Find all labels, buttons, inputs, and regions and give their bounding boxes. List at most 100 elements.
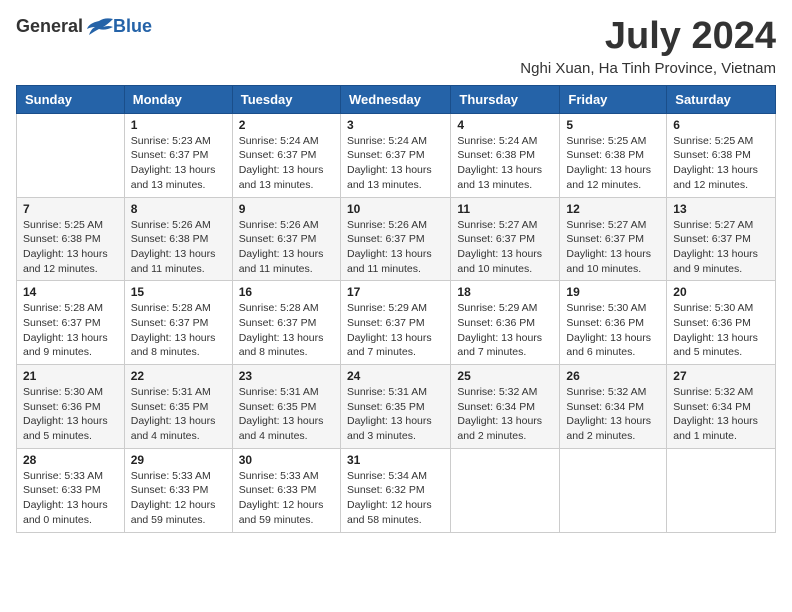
calendar-cell: 21 Sunrise: 5:30 AMSunset: 6:36 PMDayligh… [17,365,125,449]
calendar-cell [667,448,776,532]
day-info: Sunrise: 5:28 AMSunset: 6:37 PMDaylight:… [239,301,334,360]
day-info: Sunrise: 5:33 AMSunset: 6:33 PMDaylight:… [23,469,118,528]
day-number: 21 [23,369,118,383]
calendar-cell: 28 Sunrise: 5:33 AMSunset: 6:33 PMDayligh… [17,448,125,532]
day-info: Sunrise: 5:27 AMSunset: 6:37 PMDaylight:… [566,218,660,277]
day-info: Sunrise: 5:31 AMSunset: 6:35 PMDaylight:… [347,385,444,444]
calendar-cell: 25 Sunrise: 5:32 AMSunset: 6:34 PMDayligh… [451,365,560,449]
day-info: Sunrise: 5:24 AMSunset: 6:38 PMDaylight:… [457,134,553,193]
calendar-cell: 6 Sunrise: 5:25 AMSunset: 6:38 PMDaylight… [667,113,776,197]
day-info: Sunrise: 5:23 AMSunset: 6:37 PMDaylight:… [131,134,226,193]
day-number: 7 [23,202,118,216]
calendar-cell: 15 Sunrise: 5:28 AMSunset: 6:37 PMDayligh… [124,281,232,365]
calendar-cell: 5 Sunrise: 5:25 AMSunset: 6:38 PMDaylight… [560,113,667,197]
calendar-cell: 20 Sunrise: 5:30 AMSunset: 6:36 PMDayligh… [667,281,776,365]
day-info: Sunrise: 5:30 AMSunset: 6:36 PMDaylight:… [566,301,660,360]
day-number: 25 [457,369,553,383]
day-info: Sunrise: 5:34 AMSunset: 6:32 PMDaylight:… [347,469,444,528]
day-info: Sunrise: 5:31 AMSunset: 6:35 PMDaylight:… [131,385,226,444]
calendar-cell: 14 Sunrise: 5:28 AMSunset: 6:37 PMDayligh… [17,281,125,365]
day-number: 30 [239,453,334,467]
week-row-2: 7 Sunrise: 5:25 AMSunset: 6:38 PMDaylight… [17,197,776,281]
day-number: 23 [239,369,334,383]
weekday-header-friday: Friday [560,85,667,113]
day-number: 24 [347,369,444,383]
day-number: 15 [131,285,226,299]
week-row-3: 14 Sunrise: 5:28 AMSunset: 6:37 PMDayligh… [17,281,776,365]
day-number: 6 [673,118,769,132]
day-number: 12 [566,202,660,216]
day-number: 10 [347,202,444,216]
month-title: July 2024 [520,16,776,58]
week-row-4: 21 Sunrise: 5:30 AMSunset: 6:36 PMDayligh… [17,365,776,449]
calendar-cell: 22 Sunrise: 5:31 AMSunset: 6:35 PMDayligh… [124,365,232,449]
logo-blue: Blue [113,16,152,37]
day-number: 19 [566,285,660,299]
calendar-cell: 31Sunrise: 5:34 AMSunset: 6:32 PMDayligh… [340,448,450,532]
calendar-cell: 10Sunrise: 5:26 AMSunset: 6:37 PMDayligh… [340,197,450,281]
day-number: 11 [457,202,553,216]
day-number: 20 [673,285,769,299]
day-number: 16 [239,285,334,299]
day-number: 17 [347,285,444,299]
calendar-cell [451,448,560,532]
calendar-cell: 3Sunrise: 5:24 AMSunset: 6:37 PMDaylight… [340,113,450,197]
day-number: 26 [566,369,660,383]
day-info: Sunrise: 5:25 AMSunset: 6:38 PMDaylight:… [566,134,660,193]
day-number: 5 [566,118,660,132]
calendar-cell: 4 Sunrise: 5:24 AMSunset: 6:38 PMDaylight… [451,113,560,197]
day-info: Sunrise: 5:25 AMSunset: 6:38 PMDaylight:… [23,218,118,277]
day-info: Sunrise: 5:31 AMSunset: 6:35 PMDaylight:… [239,385,334,444]
logo-bird-icon [85,17,113,37]
page-header: General Blue July 2024 Nghi Xuan, Ha Tin… [16,16,776,77]
calendar-cell: 2Sunrise: 5:24 AMSunset: 6:37 PMDaylight… [232,113,340,197]
day-info: Sunrise: 5:26 AMSunset: 6:37 PMDaylight:… [239,218,334,277]
day-info: Sunrise: 5:32 AMSunset: 6:34 PMDaylight:… [457,385,553,444]
calendar-cell: 13Sunrise: 5:27 AMSunset: 6:37 PMDayligh… [667,197,776,281]
calendar-cell: 1 Sunrise: 5:23 AMSunset: 6:37 PMDaylight… [124,113,232,197]
week-row-1: 1 Sunrise: 5:23 AMSunset: 6:37 PMDaylight… [17,113,776,197]
day-info: Sunrise: 5:29 AMSunset: 6:36 PMDaylight:… [457,301,553,360]
weekday-header-sunday: Sunday [17,85,125,113]
day-info: Sunrise: 5:28 AMSunset: 6:37 PMDaylight:… [23,301,118,360]
day-info: Sunrise: 5:29 AMSunset: 6:37 PMDaylight:… [347,301,444,360]
day-info: Sunrise: 5:26 AMSunset: 6:38 PMDaylight:… [131,218,226,277]
calendar-table: SundayMondayTuesdayWednesdayThursdayFrid… [16,85,776,533]
calendar-cell: 19 Sunrise: 5:30 AMSunset: 6:36 PMDayligh… [560,281,667,365]
day-number: 9 [239,202,334,216]
calendar-cell: 18Sunrise: 5:29 AMSunset: 6:36 PMDayligh… [451,281,560,365]
calendar-cell: 8 Sunrise: 5:26 AMSunset: 6:38 PMDaylight… [124,197,232,281]
day-number: 4 [457,118,553,132]
day-number: 14 [23,285,118,299]
weekday-header-tuesday: Tuesday [232,85,340,113]
day-number: 8 [131,202,226,216]
day-number: 13 [673,202,769,216]
day-info: Sunrise: 5:33 AMSunset: 6:33 PMDaylight:… [131,469,226,528]
calendar-cell: 29Sunrise: 5:33 AMSunset: 6:33 PMDayligh… [124,448,232,532]
day-info: Sunrise: 5:30 AMSunset: 6:36 PMDaylight:… [673,301,769,360]
day-number: 22 [131,369,226,383]
calendar-cell: 9 Sunrise: 5:26 AMSunset: 6:37 PMDaylight… [232,197,340,281]
day-info: Sunrise: 5:32 AMSunset: 6:34 PMDaylight:… [673,385,769,444]
day-number: 1 [131,118,226,132]
calendar-cell: 12 Sunrise: 5:27 AMSunset: 6:37 PMDayligh… [560,197,667,281]
weekday-header-thursday: Thursday [451,85,560,113]
calendar-cell: 11 Sunrise: 5:27 AMSunset: 6:37 PMDayligh… [451,197,560,281]
day-info: Sunrise: 5:27 AMSunset: 6:37 PMDaylight:… [457,218,553,277]
weekday-header-row: SundayMondayTuesdayWednesdayThursdayFrid… [17,85,776,113]
calendar-cell: 23 Sunrise: 5:31 AMSunset: 6:35 PMDayligh… [232,365,340,449]
title-block: July 2024 Nghi Xuan, Ha Tinh Province, V… [520,16,776,77]
day-info: Sunrise: 5:30 AMSunset: 6:36 PMDaylight:… [23,385,118,444]
day-number: 28 [23,453,118,467]
day-info: Sunrise: 5:24 AMSunset: 6:37 PMDaylight:… [347,134,444,193]
day-info: Sunrise: 5:25 AMSunset: 6:38 PMDaylight:… [673,134,769,193]
day-info: Sunrise: 5:32 AMSunset: 6:34 PMDaylight:… [566,385,660,444]
calendar-cell [17,113,125,197]
day-info: Sunrise: 5:28 AMSunset: 6:37 PMDaylight:… [131,301,226,360]
weekday-header-saturday: Saturday [667,85,776,113]
calendar-cell: 30Sunrise: 5:33 AMSunset: 6:33 PMDayligh… [232,448,340,532]
weekday-header-monday: Monday [124,85,232,113]
week-row-5: 28 Sunrise: 5:33 AMSunset: 6:33 PMDayligh… [17,448,776,532]
day-number: 2 [239,118,334,132]
day-number: 27 [673,369,769,383]
